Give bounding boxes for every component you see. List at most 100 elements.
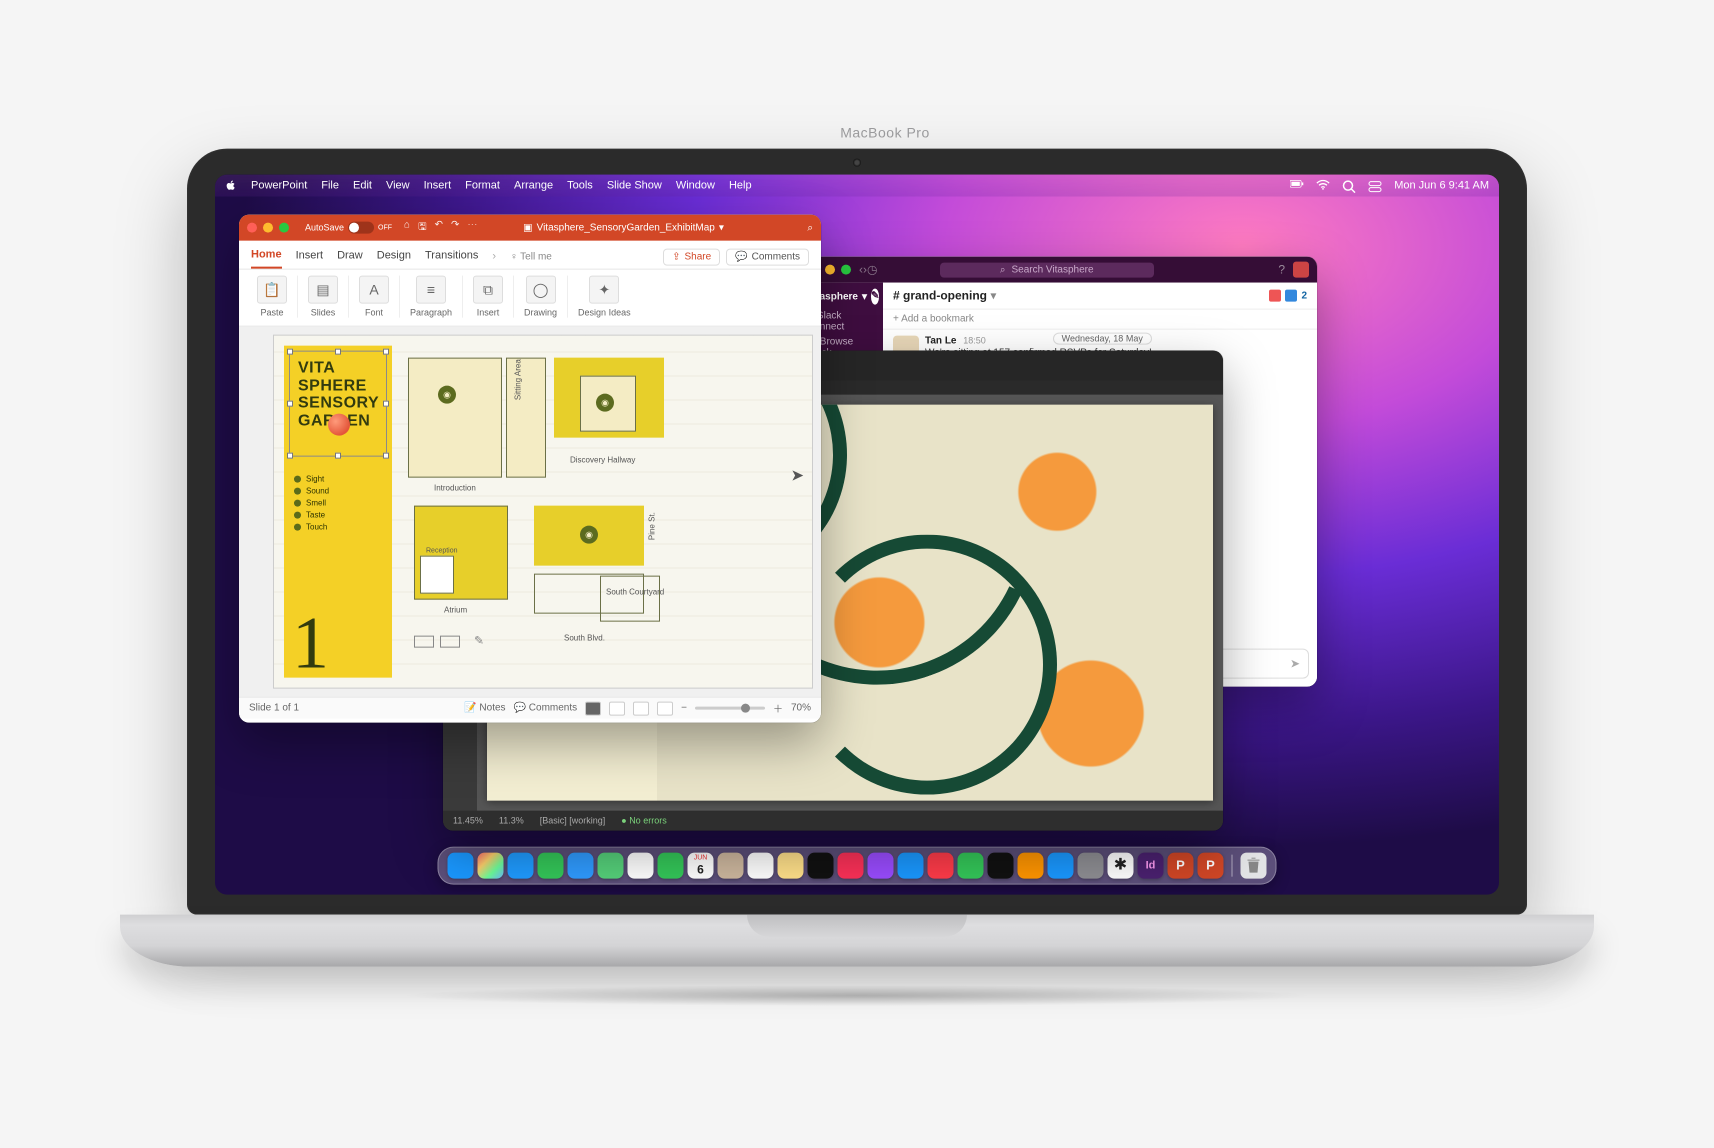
user-avatar-icon[interactable] <box>1293 262 1309 278</box>
dock-app-podcasts[interactable] <box>868 853 894 879</box>
tab-draw[interactable]: Draw <box>337 246 363 268</box>
dock-app-powerpoint[interactable]: P <box>1168 853 1194 879</box>
wifi-icon[interactable] <box>1316 180 1330 192</box>
undo-icon[interactable]: ↶ <box>435 219 443 236</box>
document-title[interactable]: ▣ Vitasphere_SensoryGarden_ExhibitMap ▾ <box>523 222 724 233</box>
zoom-in-icon[interactable]: ＋ <box>773 701 783 716</box>
dock-app-photos[interactable] <box>628 853 654 879</box>
zoom-out-icon[interactable]: − <box>681 703 687 714</box>
dock-app-finder[interactable] <box>448 853 474 879</box>
dock-app-launchpad[interactable] <box>478 853 504 879</box>
dock-app-calendar[interactable]: JUN6 <box>688 853 714 879</box>
comments-button[interactable]: 💬Comments <box>726 248 809 265</box>
menubar-item[interactable]: View <box>386 180 410 192</box>
overflow-icon[interactable]: › <box>492 251 496 263</box>
view-sorter-icon[interactable] <box>609 701 625 715</box>
search-icon[interactable] <box>1342 180 1356 192</box>
message-author[interactable]: Tan Le <box>925 336 956 347</box>
zoom-value[interactable]: 11.45% <box>453 816 483 826</box>
group-paragraph[interactable]: ≡Paragraph <box>400 276 463 318</box>
group-font[interactable]: AFont <box>349 276 400 318</box>
share-button[interactable]: ⇪Share <box>663 248 720 265</box>
clock-icon[interactable]: ◷ <box>867 263 877 277</box>
dock-app-settings[interactable] <box>1078 853 1104 879</box>
group-paste[interactable]: 📋Paste <box>247 276 298 318</box>
slide-thumbnails[interactable] <box>239 327 265 697</box>
slide-canvas[interactable]: VITA SPHERE SENSORY GARDEN <box>273 335 813 689</box>
view-reading-icon[interactable] <box>633 701 649 715</box>
menubar-item[interactable]: Insert <box>424 180 452 192</box>
channel-name[interactable]: # grand-opening ▾ <box>893 289 996 303</box>
menubar-item[interactable]: Help <box>729 180 752 192</box>
room[interactable] <box>420 556 454 594</box>
menubar-clock[interactable]: Mon Jun 6 9:41 AM <box>1394 180 1489 192</box>
dock-app-reminders[interactable] <box>748 853 774 879</box>
sense-marker-icon[interactable]: ◉ <box>596 394 614 412</box>
menubar-item[interactable]: Tools <box>567 180 593 192</box>
dock-app-maps[interactable] <box>598 853 624 879</box>
dock-app-numbers[interactable] <box>958 853 984 879</box>
sense-marker-icon[interactable]: ◉ <box>580 526 598 544</box>
menubar-item[interactable]: Edit <box>353 180 372 192</box>
slack-search[interactable]: ⌕ Search Vitasphere <box>940 262 1154 277</box>
group-drawing[interactable]: ◯Drawing <box>514 276 568 318</box>
tab-home[interactable]: Home <box>251 245 282 269</box>
home-icon[interactable]: ⌂ <box>404 219 410 236</box>
view-normal-icon[interactable] <box>585 701 601 715</box>
menubar-item[interactable]: Window <box>676 180 715 192</box>
dock-app-stocks[interactable] <box>988 853 1014 879</box>
autosave-toggle[interactable]: AutoSave OFF <box>305 222 392 234</box>
menubar-item[interactable]: Arrange <box>514 180 553 192</box>
group-slides[interactable]: ▤Slides <box>298 276 349 318</box>
dock-app-appstore[interactable] <box>1048 853 1074 879</box>
add-bookmark[interactable]: + Add a bookmark <box>883 310 1317 330</box>
dock-app-facetime[interactable] <box>658 853 684 879</box>
dock-app-pages[interactable] <box>1018 853 1044 879</box>
sense-marker-icon[interactable]: ◉ <box>438 386 456 404</box>
group-design-ideas[interactable]: ✦Design Ideas <box>568 276 641 318</box>
menubar-item[interactable]: File <box>321 180 339 192</box>
room[interactable] <box>506 358 546 478</box>
menubar-item[interactable]: Slide Show <box>607 180 662 192</box>
dock-app-messages[interactable] <box>538 853 564 879</box>
dock-app-keynote[interactable] <box>898 853 924 879</box>
selected-textbox[interactable]: VITA SPHERE SENSORY GARDEN <box>290 352 386 456</box>
send-icon[interactable]: ➤ <box>1290 657 1300 671</box>
notes-toggle[interactable]: 📝 Notes <box>464 703 505 714</box>
dock-app-notes[interactable] <box>778 853 804 879</box>
dock-app-music[interactable] <box>838 853 864 879</box>
tell-me[interactable]: ♀ Tell me <box>510 251 552 262</box>
control-center-icon[interactable] <box>1368 180 1382 192</box>
menubar-app-name[interactable]: PowerPoint <box>251 180 307 192</box>
help-icon[interactable]: ? <box>1278 263 1285 277</box>
tab-transitions[interactable]: Transitions <box>425 246 478 268</box>
channel-members[interactable]: 2 <box>1269 290 1307 302</box>
dock-app-contacts[interactable] <box>718 853 744 879</box>
compose-icon[interactable]: ✎ <box>871 289 879 305</box>
mode-value[interactable]: [Basic] [working] <box>540 816 606 826</box>
apple-menu-icon[interactable] <box>225 180 237 192</box>
room[interactable] <box>600 576 660 622</box>
tab-insert[interactable]: Insert <box>296 246 324 268</box>
tab-design[interactable]: Design <box>377 246 411 268</box>
dock-app-safari[interactable] <box>508 853 534 879</box>
title-search-icon[interactable]: ⌕ <box>807 222 813 233</box>
comments-toggle[interactable]: 💬 Comments <box>514 703 578 714</box>
dock-app-tv[interactable] <box>808 853 834 879</box>
dock-app-indesign[interactable]: Id <box>1138 853 1164 879</box>
window-controls[interactable] <box>247 223 297 233</box>
room[interactable] <box>408 358 502 478</box>
save-icon[interactable]: 🖫 <box>418 219 427 236</box>
dock-app-news[interactable] <box>928 853 954 879</box>
menubar-item[interactable]: Format <box>465 180 500 192</box>
zoom-value[interactable]: 70% <box>791 703 811 714</box>
group-insert[interactable]: ⧉Insert <box>463 276 514 318</box>
zoom-slider[interactable] <box>695 707 765 710</box>
redo-icon[interactable]: ↷ <box>451 219 459 236</box>
dock-app-slack[interactable]: ✱ <box>1108 853 1134 879</box>
battery-icon[interactable] <box>1290 180 1304 192</box>
dock-trash-icon[interactable] <box>1241 853 1267 879</box>
dock-app-mail[interactable] <box>568 853 594 879</box>
view-slideshow-icon[interactable] <box>657 701 673 715</box>
dock-app-last[interactable]: P <box>1198 853 1224 879</box>
